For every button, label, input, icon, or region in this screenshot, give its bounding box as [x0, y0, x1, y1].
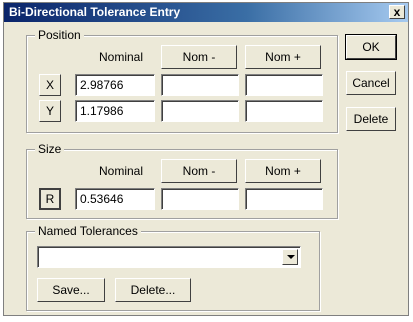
position-nom-minus-header[interactable]: Nom -: [161, 45, 237, 69]
x-nominal-field[interactable]: 2.98766: [75, 74, 155, 96]
y-nom-plus-field[interactable]: [245, 100, 323, 122]
axis-x-button[interactable]: X: [39, 74, 61, 96]
title-bar: Bi-Directional Tolerance Entry x: [4, 3, 408, 22]
close-button[interactable]: x: [389, 5, 405, 19]
close-icon: x: [393, 5, 401, 19]
size-nominal-label: Nominal: [98, 164, 143, 178]
position-nom-plus-header[interactable]: Nom +: [245, 45, 321, 69]
save-tolerance-button[interactable]: Save...: [37, 278, 105, 302]
delete-button[interactable]: Delete: [346, 107, 396, 131]
y-nominal-field[interactable]: 1.17986: [75, 100, 155, 122]
axis-y-button[interactable]: Y: [39, 100, 61, 122]
r-nominal-field[interactable]: 0.53646: [75, 188, 155, 210]
size-group-label: Size: [35, 142, 65, 156]
x-nom-plus-field[interactable]: [245, 74, 323, 96]
r-nom-minus-field[interactable]: [161, 188, 239, 210]
x-nom-minus-field[interactable]: [161, 74, 239, 96]
named-tolerances-group: Named Tolerances Save... Delete...: [26, 224, 320, 311]
size-group: Size Nominal Nom - Nom + R 0.53646: [26, 142, 338, 219]
named-tolerances-dropdown[interactable]: [37, 246, 301, 268]
axis-r-button[interactable]: R: [39, 188, 61, 210]
named-tolerances-label: Named Tolerances: [35, 224, 141, 238]
cancel-button[interactable]: Cancel: [346, 71, 396, 95]
position-group: Position Nominal Nom - Nom + X 2.98766 Y…: [26, 28, 338, 133]
delete-tolerance-button[interactable]: Delete...: [115, 278, 191, 302]
r-nom-plus-field[interactable]: [245, 188, 323, 210]
position-nominal-label: Nominal: [98, 50, 143, 64]
y-nom-minus-field[interactable]: [161, 100, 239, 122]
size-nom-minus-header[interactable]: Nom -: [161, 159, 237, 183]
window-title: Bi-Directional Tolerance Entry: [9, 5, 181, 19]
chevron-down-icon[interactable]: [282, 249, 298, 265]
dialog-window: Bi-Directional Tolerance Entry x Positio…: [3, 2, 409, 316]
size-nom-plus-header[interactable]: Nom +: [245, 159, 321, 183]
ok-button[interactable]: OK: [345, 34, 397, 60]
position-group-label: Position: [35, 28, 84, 42]
